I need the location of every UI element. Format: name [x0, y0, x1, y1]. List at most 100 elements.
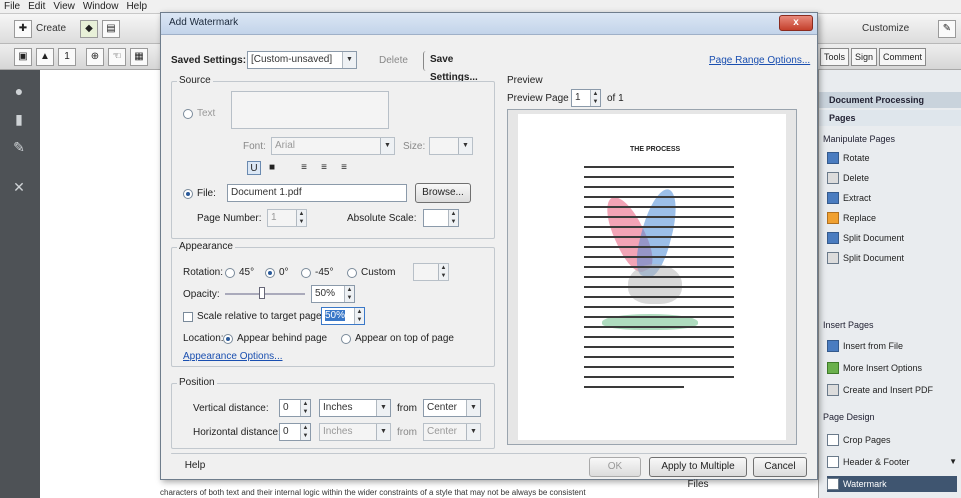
- split-item[interactable]: Split Document: [827, 230, 957, 246]
- vertical-units-select[interactable]: Inches ▼: [319, 399, 391, 417]
- zoom-icon[interactable]: ⊕: [86, 48, 104, 66]
- opacity-input[interactable]: 50% ▲ ▼: [311, 285, 355, 303]
- extract-item[interactable]: Extract: [827, 190, 957, 206]
- up-icon[interactable]: ▲: [36, 48, 54, 66]
- split-document-item[interactable]: Split Document: [827, 250, 957, 266]
- color-icon[interactable]: ■: [265, 161, 279, 175]
- vertical-from-select[interactable]: Center ▼: [423, 399, 481, 417]
- ok-button[interactable]: OK: [589, 457, 641, 477]
- file-path-input[interactable]: Document 1.pdf: [227, 184, 407, 202]
- menu-view[interactable]: View: [53, 0, 75, 13]
- section-pages[interactable]: Pages: [819, 110, 961, 126]
- customize-button[interactable]: Customize: [862, 20, 909, 38]
- horizontal-distance-label: Horizontal distance:: [193, 427, 281, 438]
- pages-icon[interactable]: ▮: [10, 110, 28, 128]
- menu-edit[interactable]: Edit: [28, 0, 45, 13]
- rotation-custom-radio[interactable]: [347, 268, 357, 278]
- scale-input[interactable]: 50% ▲ ▼: [321, 307, 365, 325]
- saved-settings-select[interactable]: [Custom-unsaved] ▼: [247, 51, 357, 69]
- save-icon[interactable]: ▣: [14, 48, 32, 66]
- opacity-slider-track[interactable]: [225, 293, 305, 295]
- appearance-legend: Appearance: [177, 241, 235, 252]
- underline-icon[interactable]: U: [247, 161, 261, 175]
- dialog-title-bar[interactable]: Add Watermark x: [161, 13, 817, 35]
- page-range-options-link[interactable]: Page Range Options...: [709, 55, 810, 66]
- save-settings-button[interactable]: Save Settings...: [423, 51, 493, 83]
- help-button[interactable]: Help: [175, 457, 215, 477]
- text-radio[interactable]: [183, 109, 193, 119]
- text-radio-label: Text: [197, 108, 216, 119]
- align-center-icon[interactable]: ≡: [317, 161, 331, 175]
- watermark-text-input[interactable]: [231, 91, 389, 129]
- location-label: Location:: [183, 333, 224, 344]
- appear-on-top-radio[interactable]: [341, 334, 351, 344]
- preview-page-value: 1: [575, 92, 581, 103]
- page-design-label: Page Design: [823, 412, 875, 422]
- watermark-item[interactable]: Watermark: [827, 476, 957, 492]
- page-number-icon[interactable]: 1: [58, 48, 76, 66]
- rotate-item[interactable]: Rotate: [827, 150, 957, 166]
- combine-icon[interactable]: ◆: [80, 20, 98, 38]
- preview-page-input[interactable]: 1 ▲ ▼: [571, 89, 601, 107]
- horizontal-from-select[interactable]: Center ▼: [423, 423, 481, 441]
- rotation-0-radio[interactable]: [265, 268, 275, 278]
- horizontal-distance-input[interactable]: 0 ▲ ▼: [279, 423, 311, 441]
- rotation-custom-label: Custom: [361, 267, 396, 278]
- rotation-custom-input[interactable]: ▲ ▼: [413, 263, 449, 281]
- tools-tab[interactable]: Tools: [820, 48, 850, 66]
- menu-file[interactable]: File: [4, 0, 20, 13]
- file-radio[interactable]: [183, 189, 193, 199]
- section-document-processing[interactable]: Document Processing: [819, 92, 961, 108]
- align-left-icon[interactable]: ≡: [297, 161, 311, 175]
- chevron-down-icon[interactable]: ▼: [949, 454, 957, 470]
- preview-page-of: of 1: [607, 93, 624, 104]
- crop-pages-item[interactable]: Crop Pages: [827, 432, 957, 448]
- preview-pane: THE PROCESS: [507, 109, 797, 445]
- delete-icon: [827, 172, 839, 184]
- fit-icon[interactable]: ▦: [130, 48, 148, 66]
- hand-icon[interactable]: ☜: [108, 48, 126, 66]
- signature-icon[interactable]: ✕: [10, 178, 28, 196]
- sign-tab[interactable]: Sign: [851, 48, 878, 66]
- delete-item[interactable]: Delete: [827, 170, 957, 186]
- header-footer-label: Header & Footer: [843, 457, 910, 467]
- print-icon[interactable]: ▤: [102, 20, 120, 38]
- replace-item[interactable]: Replace: [827, 210, 957, 226]
- browse-button[interactable]: Browse...: [415, 183, 471, 203]
- comment-bubble-icon[interactable]: ●: [10, 82, 28, 100]
- text-line: [584, 326, 734, 328]
- appearance-options-link[interactable]: Appearance Options...: [183, 351, 283, 362]
- page-number-input[interactable]: 1 ▲ ▼: [267, 209, 307, 227]
- create-icon[interactable]: ✚: [14, 20, 32, 38]
- more-insert-options-item[interactable]: More Insert Options: [827, 360, 957, 376]
- delete-button[interactable]: Delete: [379, 55, 408, 66]
- create-insert-pdf-item[interactable]: Create and Insert PDF: [827, 382, 957, 398]
- insert-from-file-item[interactable]: Insert from File: [827, 338, 957, 354]
- background-document-text: characters of both text and their intern…: [160, 488, 586, 497]
- header-footer-item[interactable]: Header & Footer ▼: [827, 454, 957, 470]
- font-select[interactable]: Arial ▼: [271, 137, 395, 155]
- attachment-icon[interactable]: ✎: [10, 138, 28, 156]
- rotation-neg45-radio[interactable]: [301, 268, 311, 278]
- horizontal-units-select[interactable]: Inches ▼: [319, 423, 391, 441]
- close-button[interactable]: x: [779, 15, 813, 31]
- size-select[interactable]: ▼: [429, 137, 473, 155]
- vertical-distance-input[interactable]: 0 ▲ ▼: [279, 399, 311, 417]
- create-button[interactable]: Create: [36, 20, 66, 38]
- insert-pages-label: Insert Pages: [823, 320, 874, 330]
- absolute-scale-input[interactable]: ▲ ▼: [423, 209, 459, 227]
- menu-window[interactable]: Window: [83, 0, 119, 13]
- edit-icon[interactable]: ✎: [938, 20, 956, 38]
- text-line: [584, 176, 734, 178]
- apply-to-multiple-files-button[interactable]: Apply to Multiple Files: [649, 457, 747, 490]
- align-right-icon[interactable]: ≡: [337, 161, 351, 175]
- cancel-button[interactable]: Cancel: [753, 457, 807, 477]
- opacity-slider-thumb[interactable]: [259, 287, 265, 299]
- appear-behind-radio[interactable]: [223, 334, 233, 344]
- scale-relative-checkbox[interactable]: [183, 312, 193, 322]
- file-path-value: Document 1.pdf: [231, 187, 302, 198]
- menu-help[interactable]: Help: [126, 0, 147, 13]
- right-panel-tabs: Tools Sign Comment: [818, 44, 961, 70]
- rotation-45-radio[interactable]: [225, 268, 235, 278]
- comment-tab[interactable]: Comment: [879, 48, 927, 66]
